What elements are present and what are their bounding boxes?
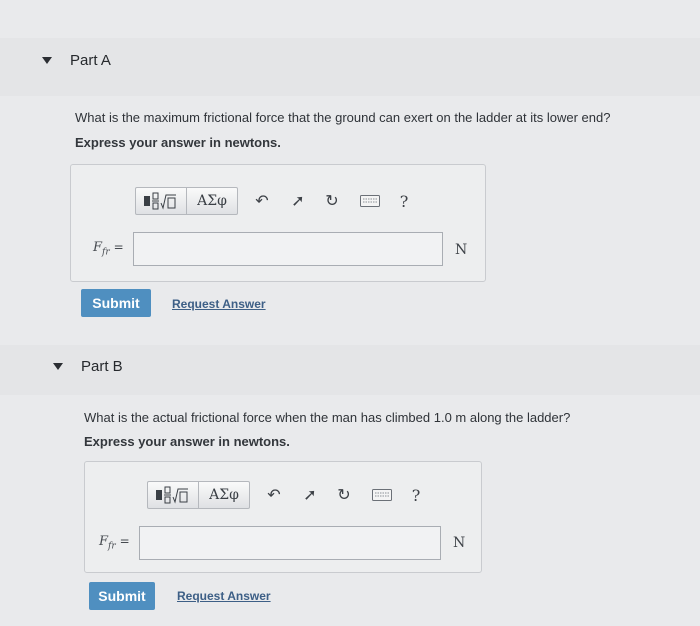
part-a-toolbar: ΑΣφ ↶ ➚ ↻ ?	[135, 187, 418, 215]
part-a-submit-button[interactable]: Submit	[81, 289, 151, 317]
part-a-answer-box: ΑΣφ ↶ ➚ ↻ ? Ffr = N	[70, 164, 486, 282]
fraction-sqrt-template-icon[interactable]	[136, 188, 187, 214]
redo-icon[interactable]: ➚	[284, 188, 312, 214]
keyboard-icon[interactable]	[356, 188, 384, 214]
part-a-unit: N	[455, 242, 468, 258]
part-b-question: What is the actual frictional force when…	[84, 410, 571, 425]
template-glyph-icon	[144, 192, 176, 210]
part-a-header[interactable]: Part A	[42, 52, 111, 69]
part-a-question: What is the maximum frictional force tha…	[75, 110, 611, 125]
part-a-request-answer-link[interactable]: Request Answer	[172, 297, 266, 311]
fraction-sqrt-template-icon[interactable]	[148, 482, 199, 508]
part-a-toolbar-group: ΑΣφ	[135, 187, 238, 215]
undo-icon[interactable]: ↶	[260, 482, 288, 508]
part-a-variable-label: Ffr =	[93, 240, 124, 258]
collapse-caret-icon[interactable]	[42, 57, 52, 64]
part-a-instruction: Express your answer in newtons.	[75, 135, 281, 150]
part-b-toolbar-group: ΑΣφ	[147, 481, 250, 509]
help-button[interactable]: ?	[402, 482, 430, 508]
part-b-request-answer-link[interactable]: Request Answer	[177, 589, 271, 603]
reset-icon[interactable]: ↻	[318, 188, 346, 214]
var-main: F	[93, 240, 103, 255]
part-b-header[interactable]: Part B	[53, 358, 123, 375]
keyboard-glyph-icon	[372, 489, 392, 501]
equals-sign: =	[119, 534, 130, 548]
reset-icon[interactable]: ↻	[330, 482, 358, 508]
undo-icon[interactable]: ↶	[248, 188, 276, 214]
part-b-toolbar: ΑΣφ ↶ ➚ ↻ ?	[147, 481, 430, 509]
part-b-title: Part B	[81, 358, 123, 375]
equals-sign: =	[113, 240, 124, 254]
var-main: F	[99, 534, 109, 549]
redo-icon[interactable]: ➚	[296, 482, 324, 508]
help-button[interactable]: ?	[390, 188, 418, 214]
keyboard-glyph-icon	[360, 195, 380, 207]
part-b-instruction: Express your answer in newtons.	[84, 434, 290, 449]
part-b-variable-label: Ffr =	[99, 534, 130, 552]
template-glyph-icon	[156, 486, 188, 504]
var-sub: fr	[102, 247, 110, 258]
part-b-answer-box: ΑΣφ ↶ ➚ ↻ ? Ffr = N	[84, 461, 482, 573]
var-sub: fr	[108, 541, 116, 552]
collapse-caret-icon[interactable]	[53, 363, 63, 370]
part-a-title: Part A	[70, 52, 111, 69]
part-b-answer-input[interactable]	[139, 526, 441, 560]
keyboard-icon[interactable]	[368, 482, 396, 508]
part-b-unit: N	[453, 535, 466, 551]
symbols-button[interactable]: ΑΣφ	[199, 482, 249, 508]
symbols-button[interactable]: ΑΣφ	[187, 188, 237, 214]
part-b-submit-button[interactable]: Submit	[89, 582, 155, 610]
part-a-answer-input[interactable]	[133, 232, 443, 266]
